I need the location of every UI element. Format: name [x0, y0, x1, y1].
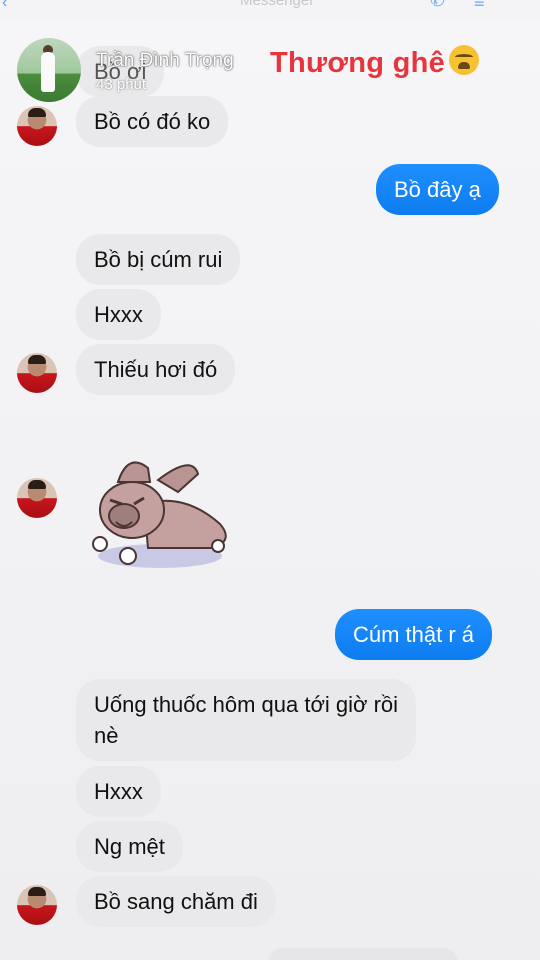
message-bubble-outgoing: Cúm thật r á — [335, 609, 493, 660]
messenger-header: ‹ Messenger ✆ ≡ — [0, 0, 540, 18]
story-screen: ‹ Messenger ✆ ≡ Bồ ơi Bồ có đó ko Bồ đây… — [0, 0, 540, 960]
message-bubble-incoming: Ng mệt — [76, 821, 183, 872]
back-icon[interactable]: ‹ — [2, 0, 7, 12]
message-bubble-partial — [268, 948, 458, 960]
contact-avatar[interactable] — [17, 353, 57, 393]
contact-avatar[interactable] — [17, 885, 57, 925]
story-user-avatar[interactable] — [17, 38, 81, 102]
avatar-figure — [41, 52, 55, 92]
contact-avatar[interactable] — [17, 478, 57, 518]
header-title: Messenger — [240, 0, 315, 9]
message-bubble-incoming: Thiếu hơi đó — [76, 344, 236, 395]
message-bubble-incoming: Hxxx — [76, 289, 161, 340]
story-timestamp: 43 phút — [96, 76, 147, 93]
menu-icon[interactable]: ≡ — [474, 0, 485, 13]
message-bubble-incoming: Uống thuốc hôm qua tới giờ rồi nè — [76, 679, 416, 761]
message-bubble-incoming: Bồ sang chăm đi — [76, 876, 276, 927]
message-bubble-incoming: Bồ bị cúm rui — [76, 234, 241, 285]
phone-icon[interactable]: ✆ — [430, 0, 445, 11]
story-username[interactable]: Trần Đình Trọng — [96, 50, 234, 72]
crying-bulldog-sticker[interactable] — [88, 452, 238, 572]
story-caption-text: Thương ghê — [270, 47, 446, 79]
message-bubble-incoming: Bồ có đó ko — [76, 96, 229, 147]
message-bubble-incoming: Hxxx — [76, 766, 161, 817]
contact-avatar[interactable] — [17, 106, 57, 146]
message-bubble-outgoing: Bồ đây ạ — [376, 164, 499, 215]
crying-face-emoji-icon — [449, 45, 480, 75]
story-caption: Thương ghê — [270, 45, 480, 80]
